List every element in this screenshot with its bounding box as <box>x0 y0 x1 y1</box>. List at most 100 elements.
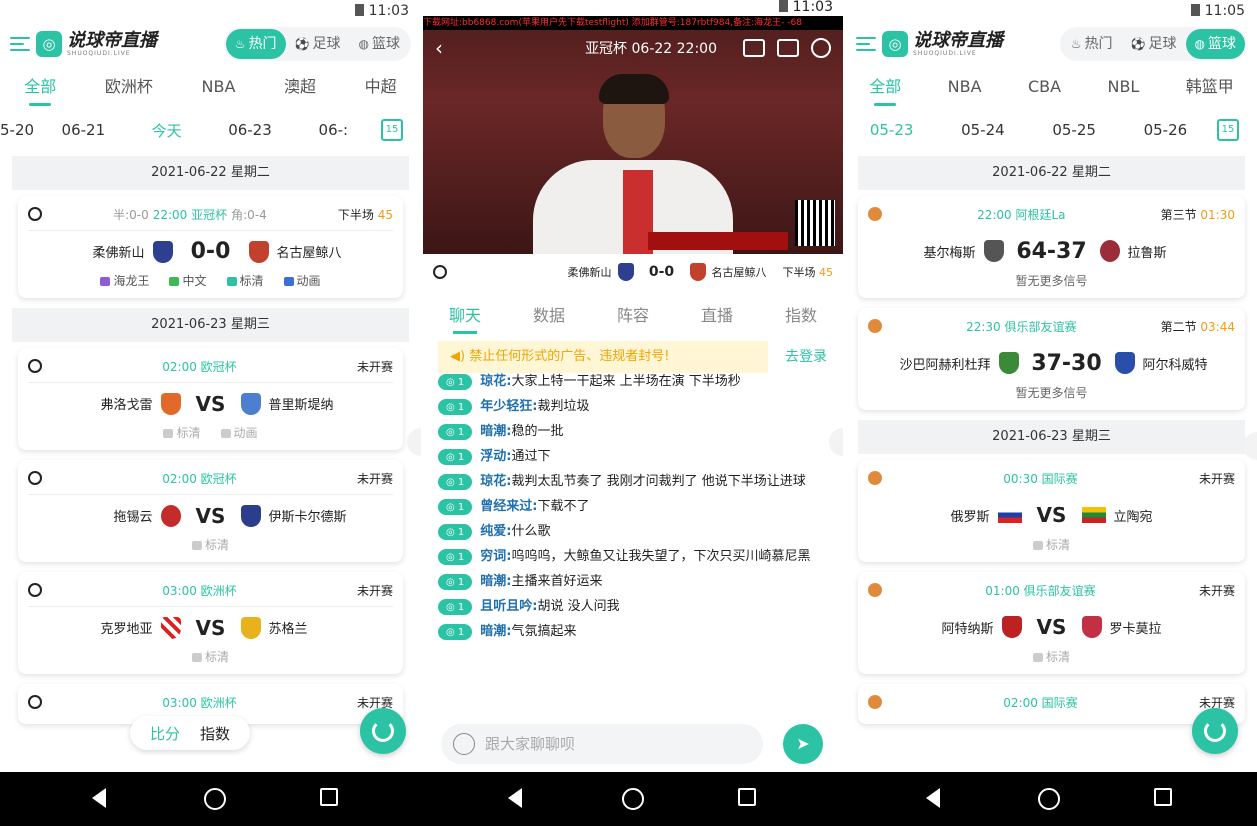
sport-basketball[interactable]: ◍ 篮球 <box>350 29 409 59</box>
home-team: 阿特纳斯 <box>941 621 994 637</box>
chat-message: ◎ 1 浮动: 通过下 <box>438 449 838 465</box>
recents-icon[interactable] <box>1154 788 1172 806</box>
calendar-icon[interactable]: 15 <box>380 119 403 141</box>
match-score: 37-30 <box>1031 350 1102 376</box>
date-item-today[interactable]: 05-23 <box>846 121 937 139</box>
level-badge: ◎ 1 <box>438 574 473 590</box>
back-icon[interactable] <box>926 788 940 808</box>
back-icon[interactable]: ‹ <box>435 36 443 60</box>
chat-list[interactable]: ◎ 1 琼花: 大家上特一干起来 上半场在演 下半场秒 ◎ 1 年少轻狂: 裁判垃圾 ◎… <box>438 374 838 649</box>
refresh-icon[interactable] <box>1192 708 1238 754</box>
menu-icon[interactable] <box>10 37 30 51</box>
home-icon[interactable] <box>1038 788 1060 810</box>
tab-nbl[interactable]: NBL <box>1107 64 1139 110</box>
menu-icon[interactable] <box>856 37 876 51</box>
video-player[interactable]: 11:03 下载网址:bb6868.com(苹果用户先下载testflight)… <box>423 0 843 254</box>
chat-message: ◎ 1 且听且吟: 胡说 没人问我 <box>438 599 838 615</box>
tab-euro[interactable]: 欧洲杯 <box>105 64 153 110</box>
date-item-today[interactable]: 今天 <box>125 120 208 141</box>
refresh-icon[interactable] <box>360 708 406 754</box>
tab-live[interactable]: 直播 <box>701 302 733 326</box>
soccer-ball-icon <box>433 265 447 279</box>
corner-count: 角:0-4 <box>231 207 267 222</box>
match-card[interactable]: 00:30 国际赛 未开赛 俄罗斯 VS 立陶宛 标清 <box>858 460 1245 562</box>
score-toggle[interactable]: 比分 <box>140 723 190 744</box>
recents-icon[interactable] <box>738 788 756 806</box>
sport-football[interactable]: ⚽ 足球 <box>286 29 350 59</box>
stream-tag[interactable]: 标清 <box>163 424 201 442</box>
back-icon[interactable] <box>92 788 106 808</box>
sport-hot[interactable]: ♨ 热门 <box>225 29 286 59</box>
chat-input[interactable]: 跟大家聊聊呗 <box>441 724 763 764</box>
tab-nba[interactable]: NBA <box>202 64 236 110</box>
day-header: 2021-06-22 星期二 <box>858 156 1245 190</box>
stream-tag[interactable]: 标清 <box>1032 648 1070 666</box>
date-item[interactable]: 05-24 <box>937 121 1028 139</box>
match-card[interactable]: 半:0-0 22:00 亚冠杯 角:0-4 下半场 45 柔佛新山 0-0 名古屋鲸八 … <box>18 196 403 298</box>
tab-a-league[interactable]: 澳超 <box>284 64 316 110</box>
app-header: ◎ 说球帝直播 SHUOQIUDI.LIVE ♨ 热门 ⚽ 足球 ◍ 篮球 <box>846 24 1257 64</box>
login-link[interactable]: 去登录 <box>785 341 827 373</box>
tab-all[interactable]: 全部 <box>869 64 901 110</box>
tab-stats[interactable]: 数据 <box>533 302 565 326</box>
football-list-screen: 11:03 ◎ 说球帝直播 SHUOQIUDI.LIVE ♨ 热门 ⚽ 足球 ◍ 篮球 … <box>0 0 421 772</box>
pip-icon[interactable] <box>743 39 765 57</box>
date-item[interactable]: 06-: <box>292 121 375 139</box>
sport-basketball[interactable]: ◍ 篮球 <box>1185 29 1245 59</box>
date-item[interactable]: 5-20 <box>0 121 42 139</box>
away-team: 阿尔科威特 <box>1142 357 1208 373</box>
stream-tag[interactable]: 标清 <box>191 648 229 666</box>
sport-football[interactable]: ⚽ 足球 <box>1122 29 1186 59</box>
stream-tag[interactable]: 标清 <box>191 536 229 554</box>
tab-cba[interactable]: CBA <box>1028 64 1061 110</box>
stream-tag[interactable]: 中文 <box>169 272 207 290</box>
refresh-icon[interactable] <box>811 38 831 58</box>
stream-tag[interactable]: 标清 <box>226 272 264 290</box>
screencast-icon[interactable] <box>777 39 799 57</box>
stream-tag[interactable]: 海龙王 <box>100 272 149 290</box>
side-drawer-handle[interactable] <box>1243 432 1257 460</box>
sport-hot[interactable]: ♨ 热门 <box>1062 29 1122 59</box>
recents-icon[interactable] <box>320 788 338 806</box>
tab-lineup[interactable]: 阵容 <box>617 302 649 326</box>
date-item[interactable]: 06-21 <box>42 121 125 139</box>
stream-tag[interactable]: 标清 <box>1032 536 1070 554</box>
chat-message: ◎ 1 琼花: 大家上特一干起来 上半场在演 下半场秒 <box>438 374 838 390</box>
date-item[interactable]: 06-23 <box>208 121 291 139</box>
stream-tag[interactable]: 动画 <box>220 424 258 442</box>
team-crest <box>248 240 269 263</box>
tab-odds[interactable]: 指数 <box>785 302 817 326</box>
battery-icon <box>1190 4 1200 16</box>
tab-kbl[interactable]: 韩篮甲 <box>1186 64 1234 110</box>
basketball-icon <box>868 471 882 485</box>
send-icon[interactable]: ➤ <box>783 724 823 764</box>
smile-icon[interactable] <box>453 733 475 755</box>
status-bar: 11:03 <box>0 0 421 24</box>
match-card[interactable]: 02:00 欧冠杯 未开赛 弗洛戈雷 VS 普里斯堤纳 标清 动画 <box>18 348 403 450</box>
tab-all[interactable]: 全部 <box>24 64 56 110</box>
stream-tag[interactable]: 动画 <box>283 272 321 290</box>
back-icon[interactable] <box>508 788 522 808</box>
team-crest <box>1114 352 1135 374</box>
match-card[interactable]: 02:00 欧冠杯 未开赛 拖锡云 VS 伊斯卡尔德斯 标清 <box>18 460 403 562</box>
chat-message: ◎ 1 暗潮: 主播来首好运来 <box>438 574 838 590</box>
tab-nba[interactable]: NBA <box>948 64 982 110</box>
tab-csl[interactable]: 中超 <box>365 64 397 110</box>
date-item[interactable]: 05-26 <box>1120 121 1211 139</box>
odds-toggle[interactable]: 指数 <box>190 723 240 744</box>
date-strip: 5-20 06-21 今天 06-23 06-: 15 <box>0 110 421 150</box>
match-card[interactable]: 01:00 俱乐部友谊赛 未开赛 阿特纳斯 VS 罗卡莫拉 标清 <box>858 572 1245 674</box>
match-card[interactable]: 22:00 阿根廷La 第三节 01:30 基尔梅斯 64-37 拉鲁斯 暂无更多信号 <box>858 196 1245 298</box>
date-item[interactable]: 05-25 <box>1029 121 1120 139</box>
vs-label: VS <box>1036 503 1067 527</box>
side-drawer-handle[interactable] <box>407 428 421 456</box>
match-card[interactable]: 03:00 欧洲杯 未开赛 克罗地亚 VS 苏格兰 标清 <box>18 572 403 674</box>
home-icon[interactable] <box>622 788 644 810</box>
match-time: 02:00 欧冠杯 <box>162 359 237 374</box>
calendar-icon[interactable]: 15 <box>1217 119 1239 141</box>
tab-chat[interactable]: 聊天 <box>449 302 481 334</box>
match-card[interactable]: 02:00 国际赛 未开赛 <box>858 684 1245 724</box>
team-crest <box>617 263 634 281</box>
match-card[interactable]: 22:30 俱乐部友谊赛 第二节 03:44 沙巴阿赫利杜拜 37-30 阿尔科威特 … <box>858 308 1245 410</box>
home-icon[interactable] <box>204 788 226 810</box>
